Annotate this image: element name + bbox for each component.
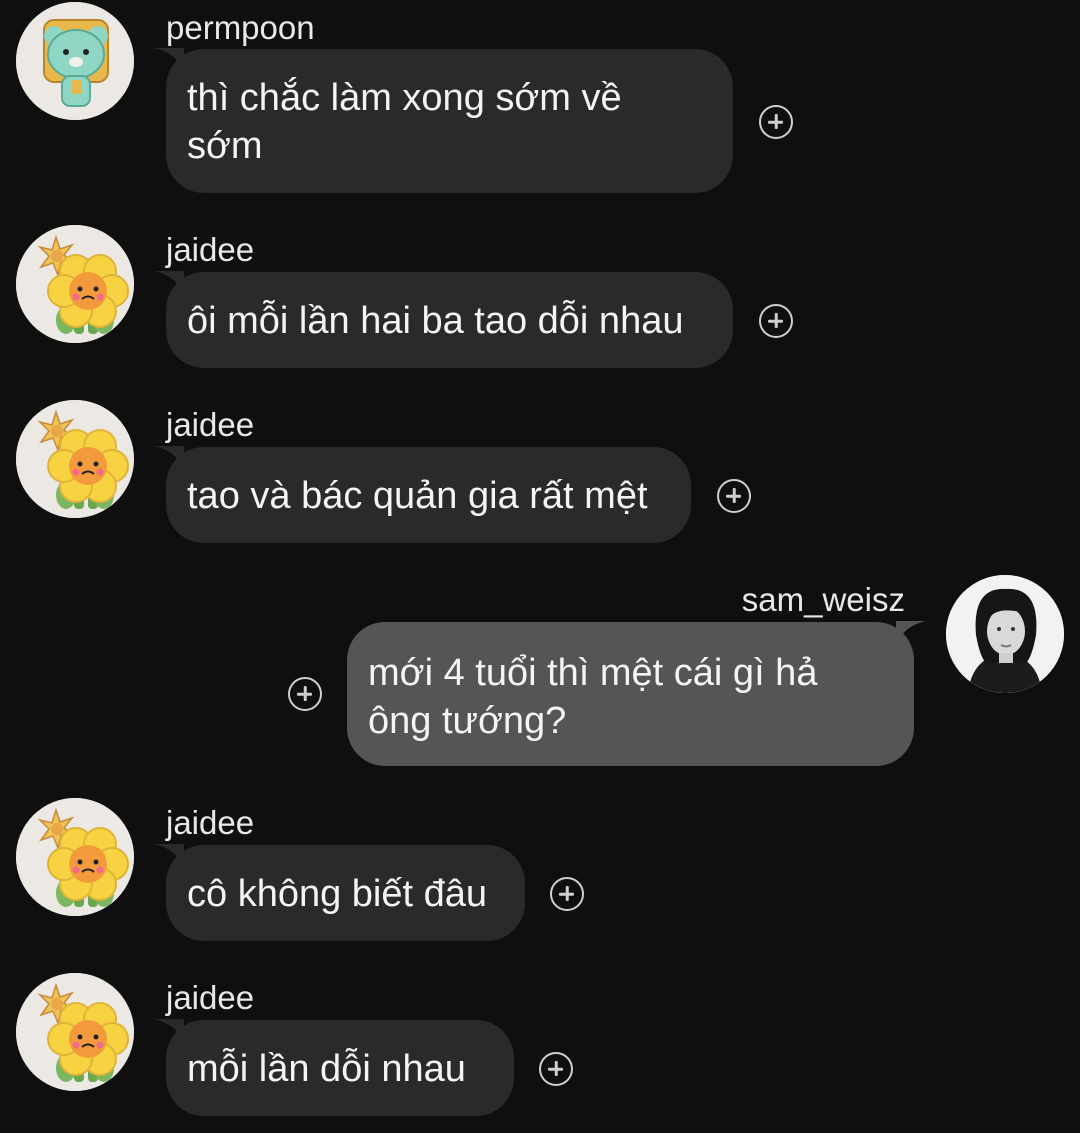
message-text-line: thì chắc làm xong sớm về xyxy=(187,77,622,119)
portrait-photo-avatar[interactable] xyxy=(946,575,1064,693)
add-reaction-icon[interactable] xyxy=(717,479,751,513)
mint-bear-cookie-avatar[interactable] xyxy=(16,2,134,120)
message-text-line: cô không biết đâu xyxy=(187,873,488,915)
flower-cookie-avatar[interactable] xyxy=(16,798,134,916)
message-text-line: mỗi lần dỗi nhau xyxy=(187,1048,466,1090)
message-text-line: sớm xyxy=(187,125,263,167)
sender-name: sam_weisz xyxy=(741,581,905,618)
bubble-tail xyxy=(154,48,184,76)
message-text-line: ôi mỗi lần hai ba tao dỗi nhau xyxy=(187,300,684,342)
add-reaction-icon[interactable] xyxy=(288,677,322,711)
add-reaction-icon[interactable] xyxy=(759,105,793,139)
bubble-tail xyxy=(154,1019,184,1047)
message-bubble[interactable]: tao và bác quản gia rất mệt xyxy=(166,447,691,543)
message-text-line: ông tướng? xyxy=(368,700,567,742)
message-text-line: mới 4 tuổi thì mệt cái gì hả xyxy=(368,652,818,694)
sender-name: permpoon xyxy=(166,9,315,46)
bubble-tail xyxy=(154,446,184,474)
sender-name: jaidee xyxy=(166,406,255,443)
add-reaction-icon[interactable] xyxy=(550,877,584,911)
flower-cookie-avatar[interactable] xyxy=(16,400,134,518)
bubble-tail xyxy=(896,621,926,649)
sender-name: jaidee xyxy=(166,231,255,268)
message-bubble[interactable]: ôi mỗi lần hai ba tao dỗi nhau xyxy=(166,272,733,368)
message-bubble[interactable]: cô không biết đâu xyxy=(166,845,525,941)
add-reaction-icon[interactable] xyxy=(539,1052,573,1086)
message-bubble[interactable]: mới 4 tuổi thì mệt cái gì hả ông tướng? xyxy=(347,622,914,766)
bubble-tail xyxy=(154,271,184,299)
flower-cookie-avatar[interactable] xyxy=(16,973,134,1091)
add-reaction-icon[interactable] xyxy=(759,304,793,338)
flower-cookie-avatar[interactable] xyxy=(16,225,134,343)
message-bubble[interactable]: mỗi lần dỗi nhau xyxy=(166,1020,514,1116)
sender-name: jaidee xyxy=(166,804,255,841)
sender-name: jaidee xyxy=(166,979,255,1016)
bubble-tail xyxy=(154,844,184,872)
message-bubble[interactable]: thì chắc làm xong sớm về sớm xyxy=(166,49,733,193)
message-text-line: tao và bác quản gia rất mệt xyxy=(187,475,648,517)
